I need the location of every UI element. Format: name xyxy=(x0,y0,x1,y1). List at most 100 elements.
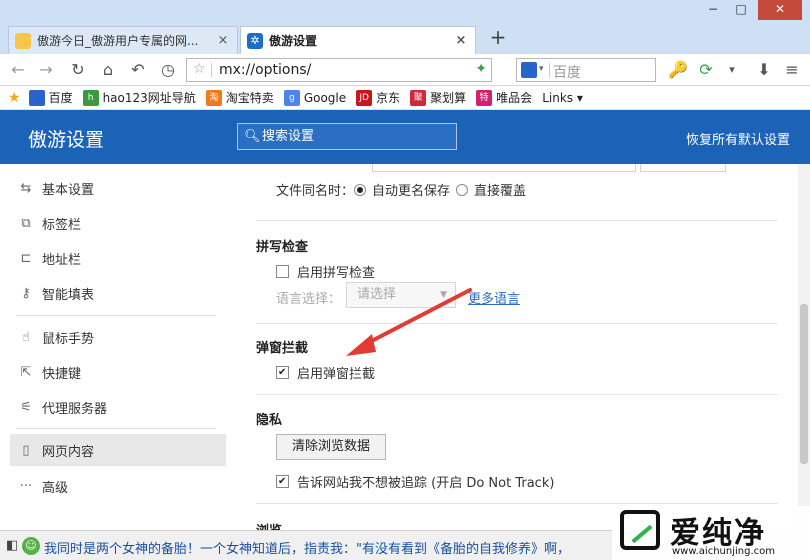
sidebar-item-label: 网页内容 xyxy=(42,444,95,460)
file-same-name-label: 文件同名时： xyxy=(276,184,355,199)
sidebar-item-label: 标签栏 xyxy=(42,217,82,233)
taobao-icon: 淘 xyxy=(205,89,222,106)
search-box[interactable]: 🐾 ▾ 百度 xyxy=(516,58,656,82)
tab-icon: ⧉ xyxy=(21,215,31,231)
sidebar-item-tabbar[interactable]: ⧉ 标签栏 xyxy=(10,207,226,239)
tab-settings[interactable]: ✲ 傲游设置 × xyxy=(240,26,476,54)
settings-search-input[interactable]: 🔍︎ 搜索设置 xyxy=(237,123,457,150)
divider xyxy=(256,503,778,504)
divider xyxy=(256,394,778,395)
divider xyxy=(549,63,550,77)
navigation-bar: ← → ↻ ⌂ ↶ ◷ ☆ mx://options/ ✦ 🐾 ▾ 百度 🔑 ⟳… xyxy=(0,54,810,86)
bookmark-star-icon[interactable]: ★ xyxy=(8,90,21,106)
browse-section-title: 浏览 xyxy=(256,520,282,530)
undo-icon[interactable]: ↶ xyxy=(126,58,150,82)
mouse-gesture-icon: ☝ xyxy=(22,329,30,345)
close-tab-icon[interactable]: × xyxy=(215,33,231,48)
bookmark-baidu[interactable]: 🐾 百度 xyxy=(28,89,73,106)
sidebar-item-shortcuts[interactable]: ⇱ 快捷键 xyxy=(10,356,226,388)
sidebar-item-label: 基本设置 xyxy=(42,182,95,198)
tab-maxthon-today[interactable]: 傲游今日_傲游用户专属的网... × xyxy=(8,26,238,54)
tab-title: 傲游今日_傲游用户专属的网... xyxy=(37,34,199,48)
dnt-checkbox[interactable] xyxy=(276,475,289,488)
sidebar-toggle-icon[interactable]: ◧ xyxy=(6,538,18,553)
bookmark-google[interactable]: g Google xyxy=(283,89,346,106)
menu-icon[interactable]: ≡ xyxy=(780,58,804,82)
sidebar-item-web-content[interactable]: ▯ 网页内容 xyxy=(10,434,226,466)
sidebar-item-advanced[interactable]: ··· 高级 xyxy=(10,470,226,502)
watermark-logo-icon xyxy=(620,510,660,550)
download-path-field[interactable] xyxy=(372,164,636,172)
address-bar[interactable]: ☆ mx://options/ ✦ xyxy=(186,58,492,82)
reset-all-defaults-link[interactable]: 恢复所有默认设置 xyxy=(686,129,790,148)
radio-overwrite[interactable] xyxy=(456,183,469,196)
dnt-row: 告诉网站我不想被追踪 (开启 Do Not Track) xyxy=(276,472,554,491)
jd-icon: JD xyxy=(356,89,373,106)
search-placeholder: 搜索设置 xyxy=(262,129,315,144)
browse-button[interactable] xyxy=(640,164,726,172)
more-languages-link[interactable]: 更多语言 xyxy=(468,288,520,307)
favorite-star-icon[interactable]: ☆ xyxy=(193,61,206,77)
bookmark-juhuasuan[interactable]: 聚聚划算 xyxy=(410,89,466,106)
chevron-down-icon[interactable]: ▾ xyxy=(720,58,744,82)
more-languages-row: 更多语言 xyxy=(468,288,520,307)
close-window-button[interactable]: ✕ xyxy=(758,0,802,20)
sidebar-item-proxy[interactable]: ⚟ 代理服务器 xyxy=(10,391,226,423)
refresh-icon[interactable]: ↻ xyxy=(66,58,90,82)
back-icon[interactable]: ← xyxy=(6,58,30,82)
forward-icon[interactable]: → xyxy=(34,58,58,82)
bookmark-label: hao123网址导航 xyxy=(102,91,196,105)
news-ticker-link[interactable]: 我同时是两个女神的备胎！一个女神知道后，指责我："有没有看到《备胎的自我修养》啊… xyxy=(44,538,604,557)
sidebar-item-mouse-gestures[interactable]: ☝ 鼠标手势 xyxy=(10,321,226,353)
baidu-icon: 🐾 xyxy=(28,89,45,106)
title-bar: − □ ✕ 傲游今日_傲游用户专属的网... × ✲ 傲游设置 × + xyxy=(0,0,810,54)
minimize-button[interactable]: − xyxy=(700,0,726,20)
address-input[interactable]: mx://options/ xyxy=(219,62,311,78)
bookmark-links-menu[interactable]: Links ▾ xyxy=(542,91,583,105)
news-ticker-icon: ☺ xyxy=(22,537,40,555)
spellcheck-title: 拼写检查 xyxy=(256,240,309,255)
maximize-button[interactable]: □ xyxy=(728,0,754,20)
bookmark-jd[interactable]: JD 京东 xyxy=(356,89,400,106)
download-icon[interactable]: ⬇ xyxy=(752,58,776,82)
key-icon: ⚷ xyxy=(21,285,31,301)
history-icon[interactable]: ◷ xyxy=(156,58,180,82)
baidu-engine-icon[interactable]: 🐾 xyxy=(521,62,537,78)
proxy-icon: ⚟ xyxy=(20,399,32,415)
spellcheck-checkbox[interactable] xyxy=(276,265,289,278)
search-icon: 🔍︎ xyxy=(244,129,261,144)
content-scrollbar[interactable] xyxy=(798,164,810,530)
chevron-down-icon[interactable]: ▾ xyxy=(539,64,544,74)
search-input[interactable]: 百度 xyxy=(553,62,581,82)
divider xyxy=(256,323,778,324)
popup-block-checkbox[interactable] xyxy=(276,366,289,379)
sidebar-item-label: 智能填表 xyxy=(42,287,95,303)
close-tab-icon[interactable]: × xyxy=(453,33,469,48)
scrollbar-thumb[interactable] xyxy=(800,304,808,464)
sidebar-item-basic[interactable]: ⇆ 基本设置 xyxy=(10,172,226,204)
sidebar-item-autofill[interactable]: ⚷ 智能填表 xyxy=(10,277,226,309)
bookmark-hao123[interactable]: h hao123网址导航 xyxy=(82,89,196,106)
page-icon: ▯ xyxy=(22,442,30,458)
dnt-label: 告诉网站我不想被追踪 (开启 Do Not Track) xyxy=(297,476,555,491)
spellcheck-row: 启用拼写检查 xyxy=(276,262,375,281)
watermark-domain: www.aichunjing.com xyxy=(672,546,775,557)
juhuasuan-icon: 聚 xyxy=(410,89,427,106)
settings-sidebar: ⇆ 基本设置 ⧉ 标签栏 ⊏ 地址栏 ⚷ 智能填表 ☝ 鼠标手势 ⇱ 快捷键 ⚟ 代理服务器 … xyxy=(0,164,236,530)
radio-auto-rename-label: 自动更名保存 xyxy=(372,184,451,199)
settings-header: 傲游设置 🔍︎ 搜索设置 恢复所有默认设置 xyxy=(0,110,810,164)
home-icon[interactable]: ⌂ xyxy=(96,58,120,82)
clear-browsing-data-button[interactable]: 清除浏览数据 xyxy=(276,434,386,460)
speed-boost-icon[interactable]: ✦ xyxy=(475,61,487,77)
key-icon[interactable]: 🔑 xyxy=(666,58,690,82)
new-tab-button[interactable]: + xyxy=(486,26,510,50)
google-icon: g xyxy=(283,89,300,106)
sidebar-item-addressbar[interactable]: ⊏ 地址栏 xyxy=(10,242,226,274)
divider xyxy=(211,63,212,77)
sync-icon[interactable]: ⟳ xyxy=(694,58,718,82)
bookmark-taobao[interactable]: 淘淘宝特卖 xyxy=(205,89,274,106)
bookmark-vip[interactable]: 特唯品会 xyxy=(476,89,532,106)
bookmarks-bar: ★ 🐾 百度 h hao123网址导航 淘淘宝特卖 g Google JD 京东 聚聚划… xyxy=(0,86,810,110)
radio-auto-rename[interactable] xyxy=(354,183,367,196)
bookmark-label: 淘宝特卖 xyxy=(225,91,274,105)
